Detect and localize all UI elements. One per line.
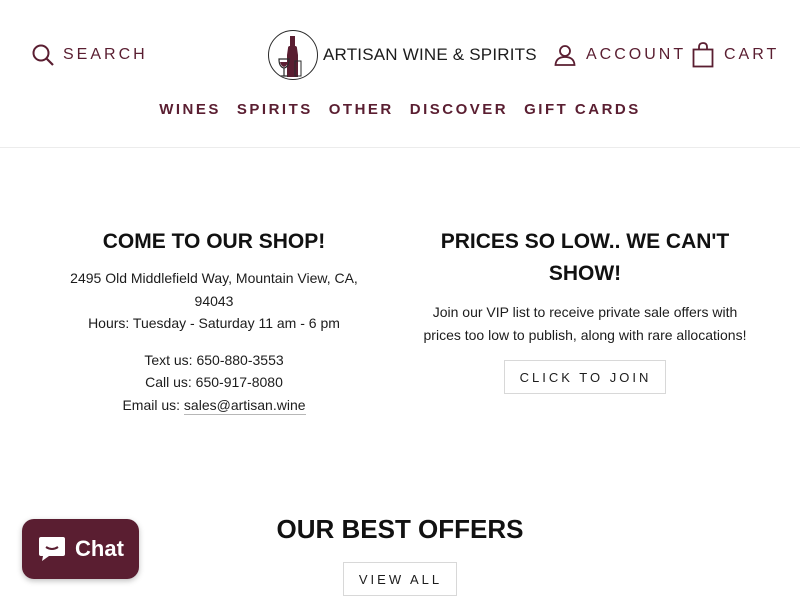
vip-section: PRICES SO LOW.. WE CAN'T SHOW! Join our … [400, 226, 770, 394]
vip-desc-line1: Join our VIP list to receive private sal… [432, 304, 738, 320]
shop-address-line2: 94043 [194, 292, 234, 309]
search-icon [32, 44, 54, 66]
site-header: SEARCH ARTISAN WINE & SPIRITS ACCOUNT CA… [0, 0, 800, 148]
vip-title-line1: PRICES SO LOW.. WE CAN'T [440, 230, 730, 253]
nav-item-discover[interactable]: DISCOVER [410, 101, 508, 118]
shop-address-line1: 2495 Old Middlefield Way, Mountain View,… [70, 270, 358, 286]
nav-item-spirits[interactable]: SPIRITS [237, 101, 313, 118]
vip-desc-line2: prices too low to publish, along with ra… [423, 326, 747, 343]
logo[interactable]: ARTISAN WINE & SPIRITS [268, 30, 537, 80]
cart-button[interactable]: CART [692, 42, 779, 68]
click-to-join-button[interactable]: CLICK TO JOIN [503, 360, 667, 394]
chat-bubble-icon [39, 537, 66, 561]
shopping-bag-icon [692, 42, 714, 68]
shop-text-number: Text us: 650-880-3553 [144, 351, 284, 368]
chat-label: Chat [75, 536, 124, 561]
nav-item-other[interactable]: OTHER [329, 101, 394, 118]
logo-text: ARTISAN WINE & SPIRITS [323, 45, 537, 64]
account-label: ACCOUNT [586, 46, 687, 63]
shop-info-section: COME TO OUR SHOP! 2495 Old Middlefield W… [44, 226, 384, 416]
wine-bottle-logo [268, 30, 318, 80]
chat-button[interactable]: Chat [22, 519, 139, 579]
account-button[interactable]: ACCOUNT [554, 44, 686, 66]
cart-label: CART [724, 46, 780, 63]
search-label: SEARCH [63, 46, 148, 63]
user-icon [554, 45, 576, 66]
shop-email-line: Email us: sales@artisan.wine [44, 394, 384, 417]
email-prefix: Email us: [122, 396, 184, 413]
nav-item-gift-cards[interactable]: GIFT CARDS [524, 101, 641, 118]
nav-item-wines[interactable]: WINES [159, 101, 221, 118]
main-nav: WINES SPIRITS OTHER DISCOVER GIFT CARDS [0, 101, 800, 118]
vip-title-line2: SHOW! [548, 262, 622, 285]
email-link[interactable]: sales@artisan.wine [183, 396, 306, 415]
view-all-button[interactable]: VIEW ALL [342, 562, 458, 596]
shop-hours: Hours: Tuesday - Saturday 11 am - 6 pm [88, 315, 340, 331]
shop-title: COME TO OUR SHOP! [102, 230, 326, 253]
shop-call-number: Call us: 650-917-8080 [145, 374, 283, 390]
search-button[interactable]: SEARCH [32, 44, 148, 66]
